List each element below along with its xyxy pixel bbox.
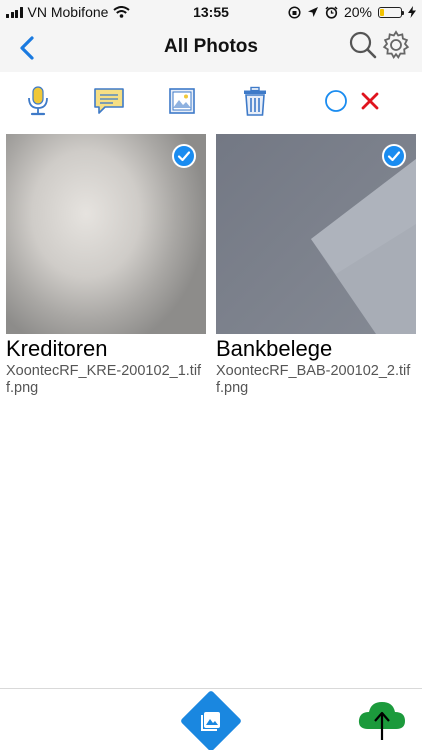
photo-label: Kreditoren	[6, 336, 108, 361]
checkmark-icon	[387, 151, 401, 162]
close-icon	[361, 92, 379, 110]
comment-button[interactable]	[92, 84, 126, 118]
alarm-icon	[325, 5, 338, 19]
delete-button[interactable]	[238, 84, 272, 118]
image-icon	[169, 88, 195, 114]
action-toolbar	[0, 72, 422, 130]
battery-fill	[380, 8, 384, 16]
checkmark-icon	[177, 151, 191, 162]
select-all-button[interactable]	[319, 84, 353, 118]
selected-check[interactable]	[382, 144, 406, 168]
navigation-bar: All Photos	[0, 24, 422, 72]
photo-thumbnail[interactable]	[216, 134, 416, 334]
comment-icon	[94, 88, 124, 114]
gear-icon[interactable]	[381, 30, 411, 60]
photo-thumbnail[interactable]	[6, 134, 206, 334]
location-icon	[307, 7, 318, 17]
selected-check[interactable]	[172, 144, 196, 168]
image-button[interactable]	[165, 84, 199, 118]
battery-icon	[378, 6, 404, 18]
photo-filename: XoontecRF_BAB-200102_2.tiff.png	[216, 363, 411, 396]
gallery-icon	[201, 712, 220, 731]
orientation-lock-icon	[288, 5, 301, 19]
circle-select-icon	[325, 90, 347, 112]
battery-percent: 20%	[343, 4, 372, 20]
photo-filename: XoontecRF_KRE-200102_1.tiff.png	[6, 363, 202, 396]
microphone-icon	[28, 86, 48, 116]
status-right: 20%	[288, 4, 416, 20]
charging-icon	[408, 6, 416, 18]
search-icon[interactable]	[348, 30, 378, 60]
photo-label: Bankbelege	[216, 336, 333, 361]
cancel-selection-button[interactable]	[353, 84, 387, 118]
photo-card[interactable]: Kreditoren XoontecRF_KRE-200102_1.tiff.p…	[6, 134, 206, 397]
photo-card[interactable]: Bankbelege XoontecRF_BAB-200102_2.tiff.p…	[216, 134, 416, 397]
trash-icon	[244, 86, 266, 116]
cloud-upload-icon[interactable]	[356, 697, 408, 741]
bottom-bar	[0, 688, 422, 750]
microphone-button[interactable]	[21, 84, 55, 118]
status-bar: VN Mobifone 13:55 20%	[0, 0, 422, 24]
